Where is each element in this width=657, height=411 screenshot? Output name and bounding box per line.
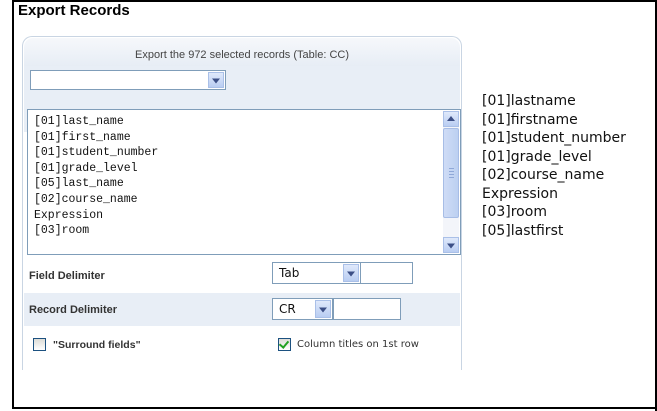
grip-icon (449, 168, 454, 180)
vertical-scrollbar[interactable] (443, 111, 459, 253)
scroll-thumb[interactable] (443, 128, 459, 218)
panel-header: Export the 972 selected records (Table: … (24, 38, 460, 66)
list-item[interactable]: [01]last_name (34, 114, 158, 130)
chevron-down-icon (447, 243, 455, 249)
list-item[interactable]: [01]grade_level (34, 161, 158, 177)
field-delimiter-value: Tab (279, 266, 300, 280)
record-delimiter-select[interactable]: CR (272, 298, 333, 320)
record-delimiter-value: CR (279, 302, 296, 316)
column-titles-label: Column titles on 1st row (297, 339, 419, 350)
record-delimiter-custom-input[interactable] (333, 298, 401, 320)
template-dropdown[interactable] (30, 70, 226, 90)
list-item[interactable]: [01]student_number (34, 145, 158, 161)
list-item[interactable]: [05]last_name (34, 176, 158, 192)
field-name: Expression (482, 185, 558, 202)
field-name: [01]student_number (482, 130, 626, 146)
field-name: [01]lastname (482, 93, 576, 109)
field-name: [01]firstname (482, 111, 578, 128)
field-name: [03]room (482, 204, 547, 220)
chevron-down-icon (319, 307, 327, 313)
checkmark-icon (278, 338, 290, 349)
export-panel: Export the 972 selected records (Table: … (22, 36, 462, 371)
field-delimiter-label: Field Delimiter (29, 270, 105, 282)
surround-fields-label: "Surround fields" (53, 339, 141, 351)
options-row: "Surround fields" Column titles on 1st r… (24, 326, 460, 371)
page-title: Export Records (18, 2, 130, 19)
field-delimiter-select[interactable]: Tab (272, 262, 361, 284)
scroll-up-button[interactable] (443, 111, 459, 127)
list-item[interactable]: [02]course_name (34, 192, 158, 208)
chevron-down-icon (347, 271, 355, 277)
dropdown-button[interactable] (315, 300, 331, 318)
field-name: [05]lastfirst (482, 222, 564, 239)
field-name-list: [01]lastname [01]firstname [01]student_n… (482, 92, 626, 240)
field-name: [02]course_name (482, 167, 605, 183)
dropdown-button[interactable] (343, 264, 359, 282)
surround-fields-checkbox[interactable] (33, 338, 46, 351)
field-delimiter-row: Field Delimiter Tab (24, 258, 460, 293)
chevron-up-icon (447, 116, 455, 121)
list-item[interactable]: Expression (34, 208, 158, 224)
record-delimiter-label: Record Delimiter (29, 304, 118, 316)
field-name: [01]grade_level (482, 148, 592, 165)
chevron-down-icon (212, 78, 220, 84)
field-delimiter-custom-input[interactable] (360, 262, 413, 284)
record-delimiter-row: Record Delimiter CR (24, 293, 460, 326)
list-item[interactable]: [03]room (34, 223, 158, 239)
list-item[interactable]: [01]first_name (34, 130, 158, 146)
fields-listbox[interactable]: [01]last_name [01]first_name [01]student… (27, 109, 461, 255)
column-titles-checkbox[interactable] (278, 338, 291, 351)
dropdown-button[interactable] (208, 72, 224, 88)
scroll-down-button[interactable] (443, 237, 459, 253)
